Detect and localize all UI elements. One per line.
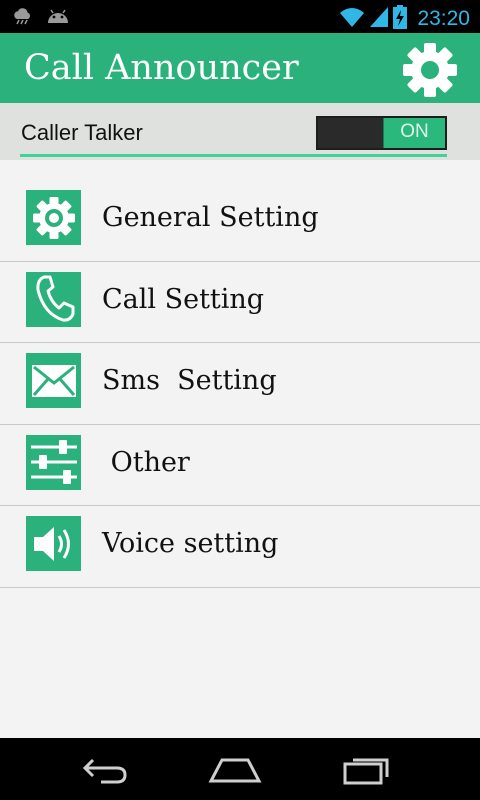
sliders-icon [26,434,81,490]
menu-item-general-setting[interactable]: General Setting [0,180,480,262]
status-time: 23:20 [417,7,470,30]
home-icon[interactable] [207,752,263,788]
menu-label: General Setting [102,202,319,233]
caller-talker-label: Caller Talker [21,120,143,145]
caller-talker-row: Caller Talker ON [0,103,480,160]
menu-item-call-setting[interactable]: Call Setting [0,262,480,343]
recent-apps-icon[interactable] [338,752,394,788]
phone-icon [26,271,81,327]
app-bar: Call Announcer [0,33,480,103]
app-title: Call Announcer [24,48,299,88]
signal-icon [369,6,389,32]
menu-item-sms-setting[interactable]: Sms Setting [0,343,480,425]
speaker-icon [26,516,81,571]
battery-charging-icon [393,5,408,33]
menu-label: Call Setting [102,283,265,315]
gear-icon [26,190,81,245]
menu-label: Voice setting [102,528,279,559]
envelope-icon [26,353,81,408]
menu-label: Sms Setting [102,365,277,396]
settings-menu: General Setting Call Setting Sms Setting [0,180,480,588]
switch-state-label: ON [400,121,429,142]
caller-talker-switch[interactable]: ON [316,116,447,150]
android-icon [46,7,70,29]
back-icon[interactable] [77,752,133,788]
weather-icon [12,7,34,29]
menu-item-other[interactable]: Other [0,425,480,506]
toggle-underline [20,154,447,157]
gear-icon[interactable] [402,42,458,98]
switch-thumb: ON [383,118,445,148]
menu-item-voice-setting[interactable]: Voice setting [0,506,480,588]
navigation-bar [0,738,480,800]
menu-label: Other [102,446,190,478]
status-bar: 23:20 [0,0,480,33]
wifi-icon [339,6,365,32]
